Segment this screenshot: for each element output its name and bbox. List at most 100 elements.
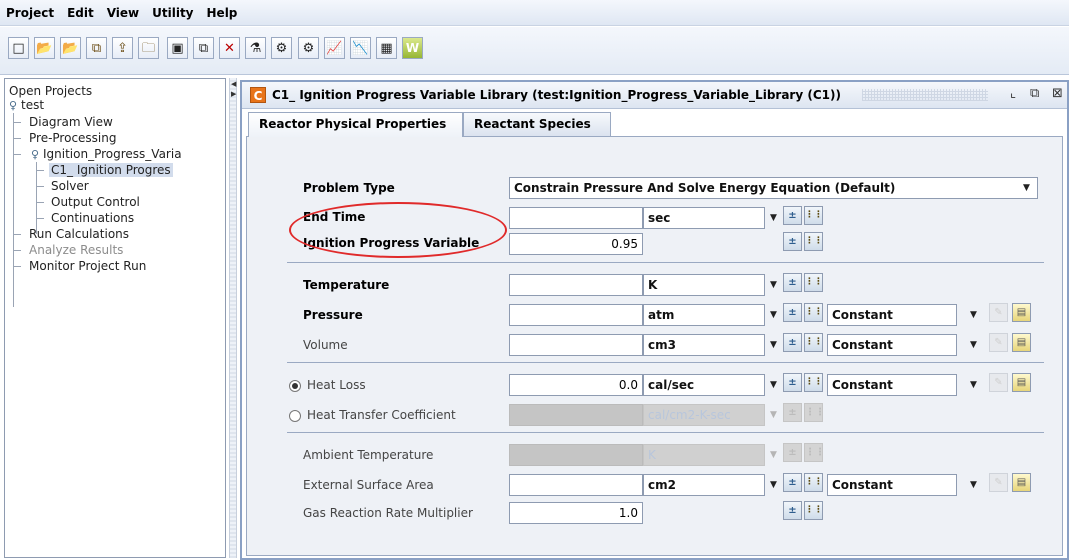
profile-icon[interactable]: ⋮⋮ — [804, 501, 823, 520]
external-surface-area-unit[interactable]: cm2 — [643, 474, 765, 496]
tab-reactor-physical-properties[interactable]: Reactor Physical Properties — [248, 112, 463, 137]
menu-utility[interactable]: Utility — [152, 6, 193, 20]
volume-input[interactable] — [509, 334, 643, 356]
volume-label: Volume — [303, 338, 348, 352]
profile-icon[interactable]: ⋮⋮ — [804, 206, 823, 225]
parameter-study-icon[interactable]: ± — [783, 333, 802, 352]
graph-icon[interactable]: 📉 — [350, 37, 371, 59]
parameters-icon[interactable]: ⚙ — [298, 37, 319, 59]
gas-reaction-rate-multiplier-input[interactable]: 1.0 — [509, 502, 643, 524]
heat-loss-radio[interactable] — [289, 380, 301, 392]
chevron-down-icon[interactable]: ▼ — [767, 335, 780, 355]
chevron-down-icon[interactable]: ▼ — [767, 305, 780, 325]
chevron-down-icon[interactable]: ▼ — [967, 475, 980, 495]
pressure-profile-select[interactable]: Constant — [827, 304, 957, 326]
tree-item-continuations[interactable]: Continuations — [51, 210, 134, 226]
save-icon[interactable]: ▣ — [167, 37, 188, 59]
volume-profile-select[interactable]: Constant — [827, 334, 957, 356]
tree-item-output-control[interactable]: Output Control — [51, 194, 140, 210]
chevron-down-icon[interactable]: ▼ — [767, 275, 780, 295]
pressure-input[interactable] — [509, 304, 643, 326]
parameter-study-icon[interactable]: ± — [783, 473, 802, 492]
panel-splitter[interactable]: ◀ ▶ — [229, 78, 237, 558]
ignition-progress-variable-input[interactable]: 0.95 — [509, 233, 643, 255]
profile-icon[interactable]: ⋮⋮ — [804, 273, 823, 292]
tree-item-c1[interactable]: C1_ Ignition Progres — [49, 162, 173, 178]
chevron-down-icon[interactable]: ▼ — [967, 335, 980, 355]
new-file-icon[interactable]: □ — [8, 37, 29, 59]
restore-icon[interactable]: ⧉ — [1030, 86, 1039, 101]
end-time-input[interactable] — [509, 207, 643, 229]
parameter-study-icon[interactable]: ± — [783, 303, 802, 322]
expanded-icon[interactable]: ♀ — [31, 147, 40, 163]
ignition-progress-variable-label: Ignition Progress Variable — [303, 236, 480, 250]
external-surface-area-input[interactable] — [509, 474, 643, 496]
external-surface-area-profile-select[interactable]: Constant — [827, 474, 957, 496]
chevron-down-icon[interactable]: ▼ — [767, 475, 780, 495]
run-icon[interactable]: ⚗ — [245, 37, 266, 59]
problem-type-select[interactable]: Constrain Pressure And Solve Energy Equa… — [509, 177, 1038, 199]
profile-icon[interactable]: ⋮⋮ — [804, 232, 823, 251]
expanded-icon[interactable]: ♀ — [9, 98, 18, 114]
toolbar: □ 📂 📂 ⧉ ⇪ 🗀 ▣ ⧉ ✕ ⚗ ⚙ ⚙ 📈 📉 ▦ W — [0, 27, 1069, 75]
profile-icon[interactable]: ⋮⋮ — [804, 473, 823, 492]
profile-icon[interactable]: ⋮⋮ — [804, 333, 823, 352]
tree-item-diagram-view[interactable]: Diagram View — [29, 114, 113, 130]
profile-table-icon[interactable]: ▤ — [1012, 333, 1031, 352]
heat-transfer-coefficient-unit: cal/cm2-K-sec — [643, 404, 765, 426]
profile-table-icon[interactable]: ▤ — [1012, 373, 1031, 392]
tree-item-run-calculations[interactable]: Run Calculations — [29, 226, 129, 242]
temperature-unit[interactable]: K — [643, 274, 765, 296]
collapse-left-icon[interactable]: ◀ — [231, 80, 236, 88]
window-titlebar[interactable]: C C1_ Ignition Progress Variable Library… — [242, 82, 1067, 109]
tree-item-pre-processing[interactable]: Pre-Processing — [29, 130, 117, 146]
open-project-icon[interactable]: 📂 — [34, 37, 55, 59]
config-icon[interactable]: ⚙ — [271, 37, 292, 59]
chevron-down-icon[interactable]: ▼ — [967, 375, 980, 395]
parameter-study-icon[interactable]: ± — [783, 273, 802, 292]
open-folder-icon[interactable]: 📂 — [60, 37, 81, 59]
close-icon[interactable]: ⊠ — [1052, 86, 1063, 101]
menu-view[interactable]: View — [107, 6, 139, 20]
chevron-down-icon[interactable]: ▼ — [967, 305, 980, 325]
tree-item-solver[interactable]: Solver — [51, 178, 89, 194]
save-all-icon[interactable]: ⧉ — [193, 37, 214, 59]
copy-icon[interactable]: ⧉ — [86, 37, 107, 59]
tree-item-ignition-folder[interactable]: ♀ Ignition_Progress_Varia — [31, 146, 182, 162]
profile-icon[interactable]: ⋮⋮ — [804, 373, 823, 392]
temperature-input[interactable] — [509, 274, 643, 296]
menu-help[interactable]: Help — [207, 6, 238, 20]
delete-icon[interactable]: ✕ — [219, 37, 240, 59]
chevron-down-icon[interactable]: ▼ — [767, 208, 780, 228]
tree-item-analyze-results[interactable]: Analyze Results — [29, 242, 123, 258]
heat-loss-profile-select[interactable]: Constant — [827, 374, 957, 396]
chevron-down-icon[interactable]: ▼ — [1020, 178, 1033, 198]
parameter-study-icon[interactable]: ± — [783, 206, 802, 225]
profile-icon[interactable]: ⋮⋮ — [804, 303, 823, 322]
profile-table-icon[interactable]: ▤ — [1012, 473, 1031, 492]
minimize-icon[interactable]: ⌞ — [1010, 86, 1016, 101]
heat-transfer-coefficient-radio[interactable] — [289, 410, 301, 422]
chevron-down-icon[interactable]: ▼ — [767, 375, 780, 395]
pressure-unit[interactable]: atm — [643, 304, 765, 326]
parameter-study-icon[interactable]: ± — [783, 232, 802, 251]
expand-right-icon[interactable]: ▶ — [231, 90, 236, 98]
menu-project[interactable]: Project — [6, 6, 54, 20]
folder-icon[interactable]: 🗀 — [138, 37, 159, 59]
menu-edit[interactable]: Edit — [67, 6, 94, 20]
word-icon[interactable]: W — [402, 37, 423, 59]
plot-icon[interactable]: 📈 — [324, 37, 345, 59]
profile-table-icon[interactable]: ▤ — [1012, 303, 1031, 322]
heat-loss-input[interactable]: 0.0 — [509, 374, 643, 396]
tree-item-monitor-project-run[interactable]: Monitor Project Run — [29, 258, 146, 274]
chart-icon[interactable]: ▦ — [376, 37, 397, 59]
heat-loss-unit[interactable]: cal/sec — [643, 374, 765, 396]
parameter-study-icon[interactable]: ± — [783, 373, 802, 392]
end-time-unit[interactable]: sec — [643, 207, 765, 229]
edit-icon: ✎ — [989, 473, 1008, 492]
import-icon[interactable]: ⇪ — [112, 37, 133, 59]
volume-unit[interactable]: cm3 — [643, 334, 765, 356]
tree-item-test[interactable]: ♀ test — [9, 97, 44, 113]
parameter-study-icon[interactable]: ± — [783, 501, 802, 520]
tab-reactant-species[interactable]: Reactant Species — [463, 112, 611, 136]
